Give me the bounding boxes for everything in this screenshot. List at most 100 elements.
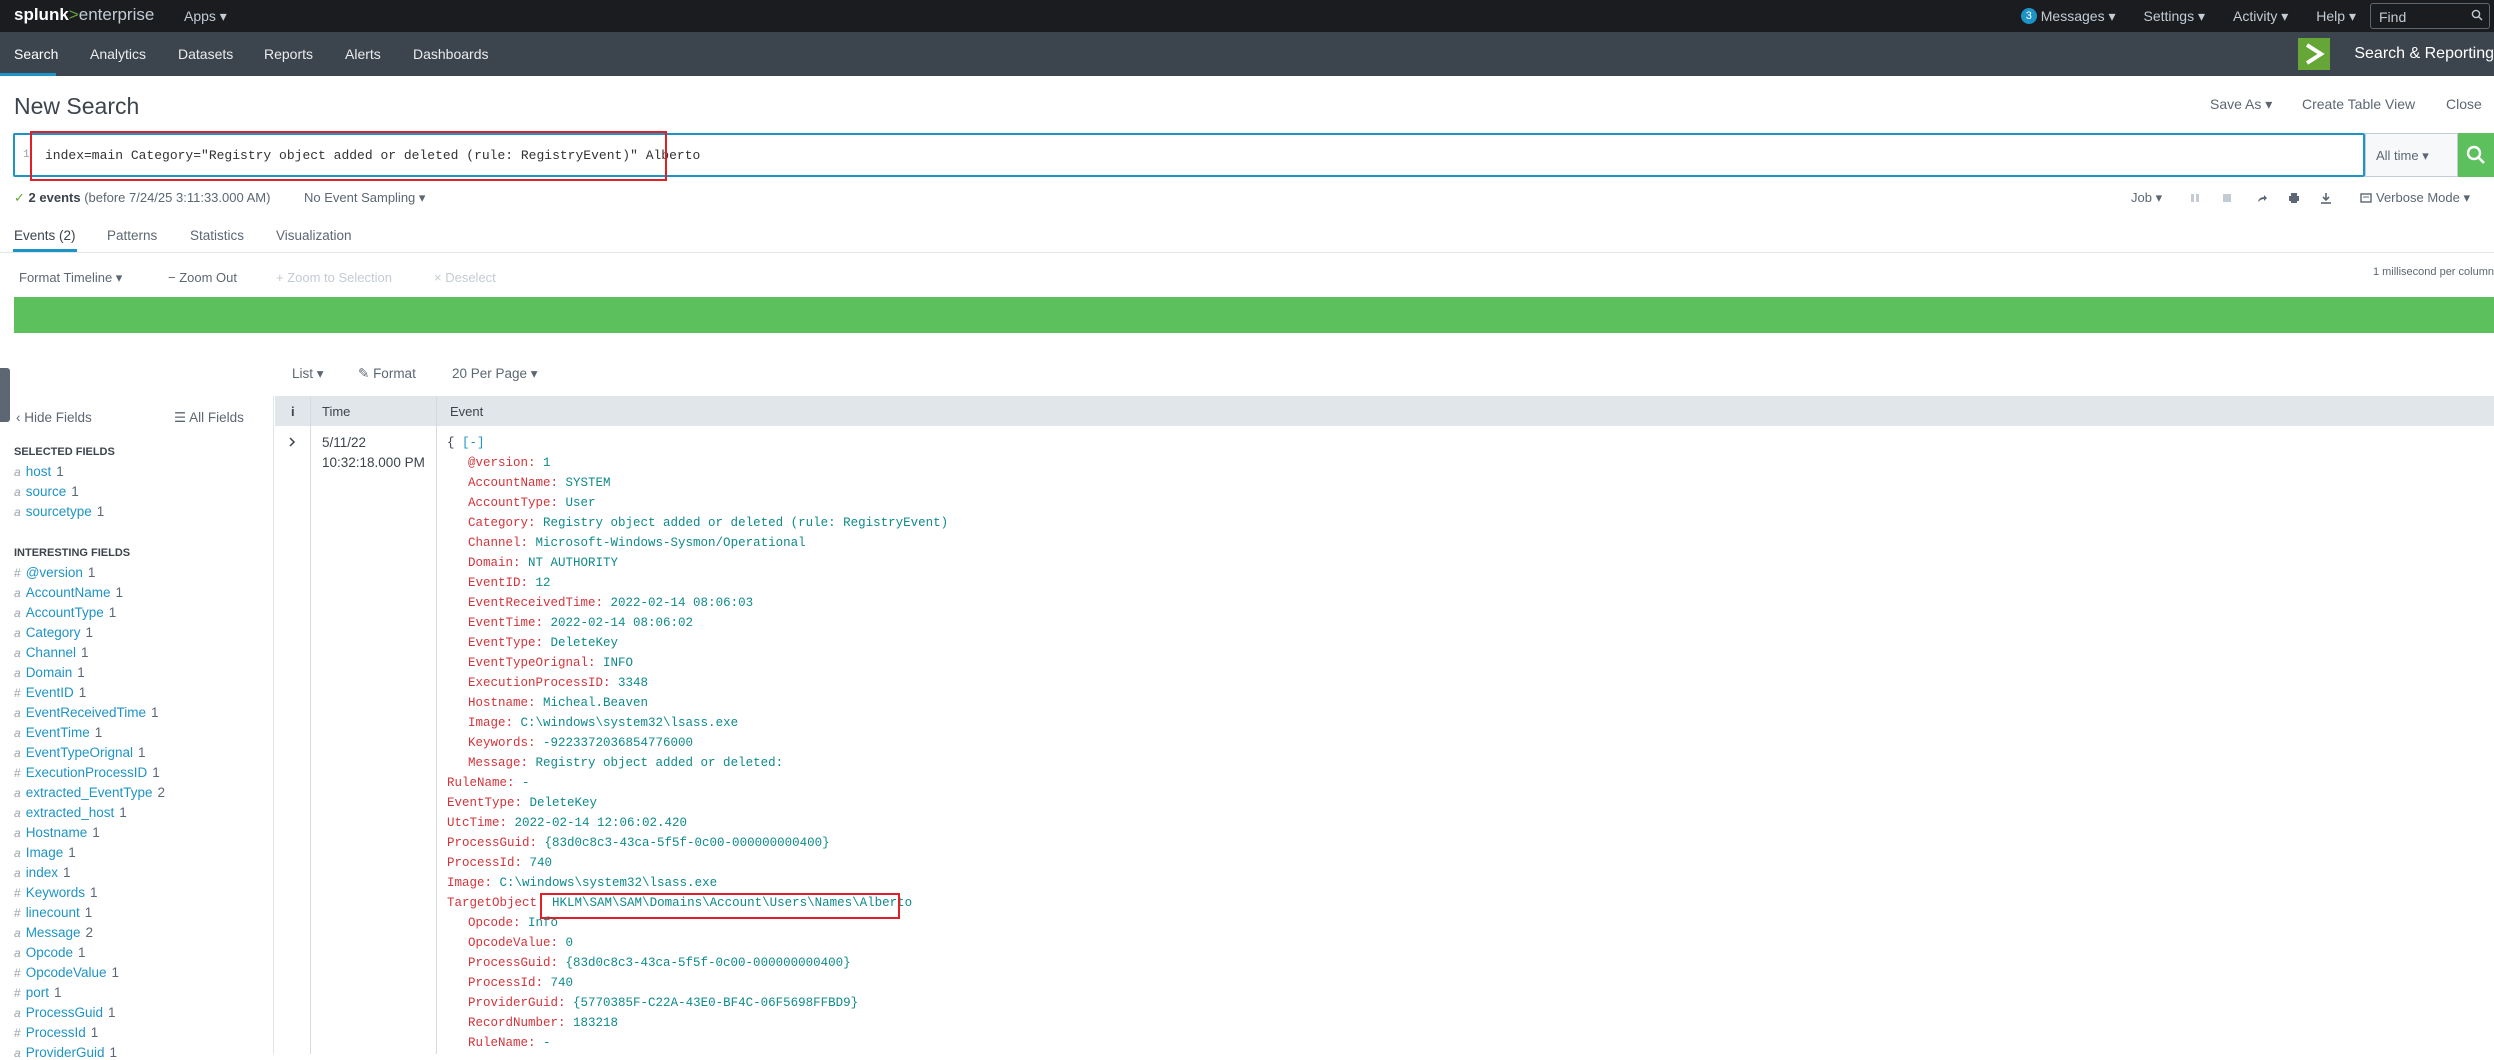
event-key[interactable]: ProviderGuid: (468, 996, 566, 1010)
event-value[interactable]: User (566, 496, 596, 510)
apps-menu[interactable]: Apps ▾ (184, 8, 227, 25)
field-channel[interactable]: a Channel 1 (14, 645, 89, 660)
event-value[interactable]: DeleteKey (551, 636, 619, 650)
event-sampling-dropdown[interactable]: No Event Sampling ▾ (304, 190, 425, 206)
search-mode-dropdown[interactable]: Verbose Mode ▾ (2376, 190, 2470, 206)
event-key[interactable]: Domain: (468, 556, 521, 570)
time-range-picker[interactable]: All time ▾ (2365, 133, 2458, 177)
event-value[interactable]: INFO (603, 656, 633, 670)
time-column-header[interactable]: Time (322, 404, 350, 419)
event-value[interactable]: C:\windows\system32\lsass.exe (521, 716, 739, 730)
field-version[interactable]: # @version 1 (14, 565, 95, 580)
print-icon[interactable] (2288, 192, 2300, 204)
event-key[interactable]: @version: (468, 456, 536, 470)
save-as-button[interactable]: Save As ▾ (2210, 96, 2272, 113)
event-value[interactable]: 0 (566, 936, 574, 950)
app-name[interactable]: Search & Reporting (2354, 45, 2494, 63)
event-value[interactable]: {83d0c8c3-43ca-5f5f-0c00-000000000400} (566, 956, 851, 970)
field-processguid[interactable]: a ProcessGuid 1 (14, 1005, 116, 1020)
event-key[interactable]: TargetObject: (447, 896, 545, 910)
field-extracted-host[interactable]: a extracted_host 1 (14, 805, 127, 820)
export-icon[interactable] (2320, 192, 2332, 204)
tab-analytics[interactable]: Analytics (90, 46, 146, 62)
event-value[interactable]: -9223372036854776000 (543, 736, 693, 750)
event-key[interactable]: Hostname: (468, 696, 536, 710)
tab-reports[interactable]: Reports (264, 46, 313, 62)
pause-icon[interactable] (2189, 192, 2201, 204)
field-hostname[interactable]: a Hostname 1 (14, 825, 100, 840)
event-key[interactable]: Keywords: (468, 736, 536, 750)
field-opcodevalue[interactable]: # OpcodeValue 1 (14, 965, 119, 980)
deselect-button[interactable]: × Deselect (434, 270, 496, 285)
job-menu[interactable]: Job ▾ (2131, 190, 2162, 206)
field-extracted-eventtype[interactable]: a extracted_EventType 2 (14, 785, 165, 800)
create-table-view-button[interactable]: Create Table View (2302, 96, 2415, 112)
event-key[interactable]: ExecutionProcessID: (468, 676, 611, 690)
field-eventid[interactable]: # EventID 1 (14, 685, 86, 700)
tab-statistics[interactable]: Statistics (190, 228, 244, 243)
field-opcode[interactable]: a Opcode 1 (14, 945, 86, 960)
tab-patterns[interactable]: Patterns (107, 228, 157, 243)
event-value[interactable]: NT AUTHORITY (528, 556, 618, 570)
all-fields-button[interactable]: ☰ All Fields (174, 410, 244, 426)
event-key[interactable]: ProcessGuid: (468, 956, 558, 970)
event-value[interactable]: - (522, 776, 530, 790)
field-host[interactable]: a host 1 (14, 464, 64, 479)
settings-menu[interactable]: Settings ▾ (2144, 8, 2206, 25)
field-index[interactable]: a index 1 (14, 865, 70, 880)
hide-fields-button[interactable]: ‹ Hide Fields (16, 410, 92, 425)
tab-datasets[interactable]: Datasets (178, 46, 233, 62)
field-eventtime[interactable]: a EventTime 1 (14, 725, 102, 740)
event-value[interactable]: 2022-02-14 08:06:03 (611, 596, 754, 610)
event-value[interactable]: Micheal.Beaven (543, 696, 648, 710)
field-accounttype[interactable]: a AccountType 1 (14, 605, 116, 620)
field-linecount[interactable]: # linecount 1 (14, 905, 92, 920)
field-providerguid[interactable]: a ProviderGuid 1 (14, 1045, 117, 1060)
event-value[interactable]: 740 (551, 976, 574, 990)
field-port[interactable]: # port 1 (14, 985, 61, 1000)
event-value[interactable]: 2022-02-14 08:06:02 (551, 616, 694, 630)
event-key[interactable]: AccountName: (468, 476, 558, 490)
timeline-chart[interactable] (14, 297, 2494, 333)
event-value[interactable]: - (543, 1036, 551, 1050)
field-keywords[interactable]: # Keywords 1 (14, 885, 97, 900)
event-key[interactable]: ProcessGuid: (447, 836, 537, 850)
event-value[interactable]: Registry object added or deleted: (536, 756, 784, 770)
event-value[interactable]: 183218 (573, 1016, 618, 1030)
format-button[interactable]: ✎ Format (358, 366, 416, 382)
help-menu[interactable]: Help ▾ (2316, 8, 2356, 25)
event-key[interactable]: EventType: (447, 796, 522, 810)
field-category[interactable]: a Category 1 (14, 625, 93, 640)
close-button[interactable]: Close (2446, 96, 2482, 112)
field-eventtypeorignal[interactable]: a EventTypeOrignal 1 (14, 745, 146, 760)
field-domain[interactable]: a Domain 1 (14, 665, 85, 680)
tab-search[interactable]: Search (14, 46, 58, 62)
tab-dashboards[interactable]: Dashboards (413, 46, 489, 62)
event-value[interactable]: {5770385F-C22A-43E0-BF4C-06F5698FFBD9} (573, 996, 858, 1010)
tab-events[interactable]: Events (2) (14, 228, 76, 243)
event-key[interactable]: RecordNumber: (468, 1016, 566, 1030)
event-key[interactable]: ProcessId: (468, 976, 543, 990)
field-image[interactable]: a Image 1 (14, 845, 76, 860)
event-value[interactable]: DeleteKey (530, 796, 598, 810)
event-key[interactable]: EventID: (468, 576, 528, 590)
per-page-dropdown[interactable]: 20 Per Page ▾ (452, 366, 538, 382)
event-key[interactable]: EventType: (468, 636, 543, 650)
splunk-logo[interactable]: splunk>enterprise (14, 5, 154, 25)
event-key[interactable]: Image: (447, 876, 492, 890)
event-value[interactable]: 3348 (618, 676, 648, 690)
zoom-to-selection-button[interactable]: + Zoom to Selection (276, 270, 392, 285)
collapse-toggle[interactable]: [-] (462, 436, 485, 450)
event-key[interactable]: UtcTime: (447, 816, 507, 830)
field-message[interactable]: a Message 2 (14, 925, 93, 940)
event-value[interactable]: 740 (530, 856, 553, 870)
field-eventreceivedtime[interactable]: a EventReceivedTime 1 (14, 705, 159, 720)
event-value[interactable]: Microsoft-Windows-Sysmon/Operational (536, 536, 806, 550)
event-key[interactable]: RuleName: (447, 776, 515, 790)
event-key[interactable]: OpcodeValue: (468, 936, 558, 950)
event-value[interactable]: SYSTEM (566, 476, 611, 490)
field-sourcetype[interactable]: a sourcetype 1 (14, 504, 104, 519)
share-icon[interactable] (2256, 192, 2268, 204)
event-value[interactable]: C:\windows\system32\lsass.exe (500, 876, 718, 890)
event-key[interactable]: Channel: (468, 536, 528, 550)
